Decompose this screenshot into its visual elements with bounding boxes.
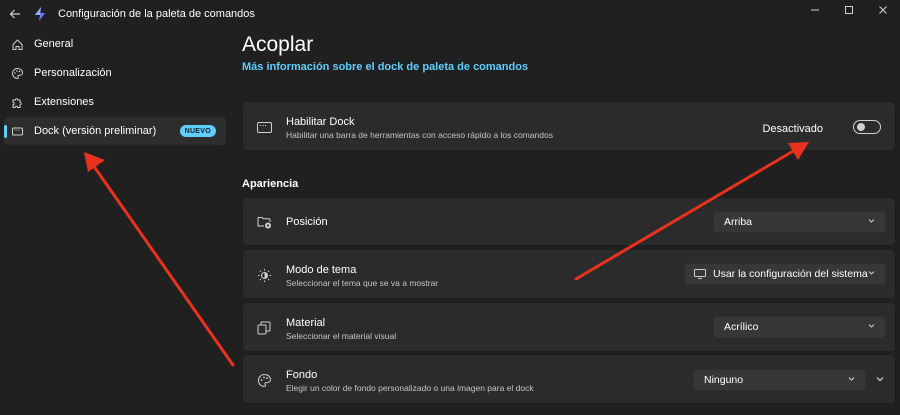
setting-title: Fondo [286,369,318,381]
section-heading-apariencia: Apariencia [242,178,299,190]
sidebar-item-label: Personalización [34,67,112,79]
setting-subtitle: Seleccionar el tema que se va a mostrar [286,278,439,288]
maximize-icon[interactable] [832,0,866,20]
more-info-link[interactable]: Más información sobre el dock de paleta … [242,61,528,73]
setting-title: Modo de tema [286,264,357,276]
material-dropdown[interactable]: Acrílico [713,316,886,338]
setting-title: Posición [286,216,328,228]
minimize-icon[interactable] [798,0,832,20]
brightness-icon [256,267,272,283]
background-dropdown[interactable]: Ninguno [693,369,866,391]
enable-dock-title: Habilitar Dock [286,116,355,128]
dropdown-value: Arriba [724,216,753,228]
page-title: Acoplar [242,33,314,56]
dropdown-value: Acrílico [724,321,759,333]
theme-mode-dropdown[interactable]: Usar la configuración del sistema [684,263,886,285]
dropdown-value: Ninguno [704,374,744,386]
dock-icon [256,119,272,135]
enable-dock-subtitle: Habilitar una barra de herramientas con … [286,130,553,140]
sidebar-item-label: Extensiones [34,96,94,108]
sidebar-item-dock[interactable]: Dock (versión preliminar) NUEVO [4,117,226,145]
dropdown-value: Usar la configuración del sistema [713,268,868,280]
enable-dock-toggle[interactable] [853,120,881,134]
back-arrow-icon[interactable] [0,0,30,28]
layers-icon [256,320,272,336]
puzzle-icon [10,95,24,109]
setting-subtitle: Elegir un color de fondo personalizado o… [286,383,534,393]
sidebar-item-extensiones[interactable]: Extensiones [4,88,226,116]
chevron-down-icon [867,268,876,279]
close-icon[interactable] [866,0,900,20]
toggle-knob [857,123,865,131]
chevron-down-icon [847,374,856,385]
setting-card-material: Material Seleccionar el material visual … [242,302,896,352]
palette-icon [10,66,24,80]
sidebar-item-general[interactable]: General [4,30,226,58]
monitor-icon [694,269,706,279]
toggle-state-label: Desactivado [762,123,823,135]
chevron-down-icon [867,216,876,227]
expand-chevron-icon[interactable] [875,374,885,387]
palette-icon [256,372,272,388]
selection-indicator [4,125,7,138]
sidebar: General Personalización Extensiones Dock… [0,30,232,146]
setting-title: Material [286,317,326,329]
sidebar-item-personalizacion[interactable]: Personalización [4,59,226,87]
sidebar-item-label: General [34,38,74,50]
position-dropdown[interactable]: Arriba [713,211,886,233]
setting-card-posicion: Posición Arriba [242,197,896,246]
sidebar-item-label: Dock (versión preliminar) [34,125,157,137]
enable-dock-card: Habilitar Dock Habilitar una barra de he… [242,101,896,151]
folder-settings-icon [256,214,272,230]
home-icon [10,37,24,51]
title-bar: Configuración de la paleta de comandos [0,0,900,28]
dock-icon [10,124,24,138]
window-title: Configuración de la paleta de comandos [58,8,255,20]
setting-card-fondo: Fondo Elegir un color de fondo personali… [242,354,896,404]
app-logo-icon [32,6,48,22]
setting-subtitle: Seleccionar el material visual [286,331,397,341]
setting-card-modo-tema: Modo de tema Seleccionar el tema que se … [242,249,896,299]
chevron-down-icon [867,321,876,332]
new-badge: NUEVO [179,125,216,137]
annotation-arrow-sidebar [84,152,235,367]
